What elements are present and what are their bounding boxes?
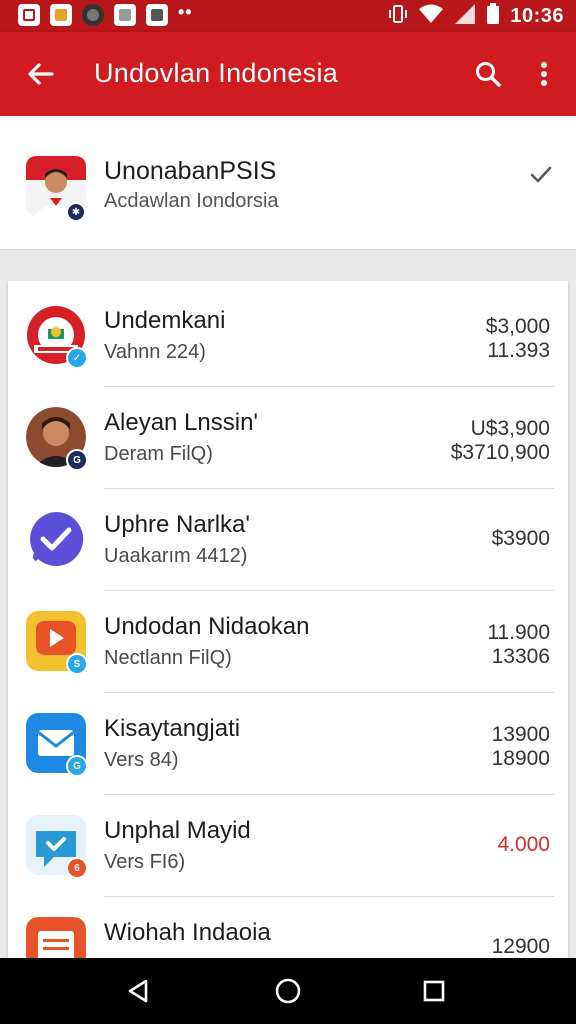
selected-account-name: UnonabanPSIS xyxy=(104,157,277,185)
arrow-back-icon xyxy=(28,63,54,85)
search-button[interactable] xyxy=(468,54,508,94)
more-vert-icon xyxy=(541,62,547,86)
account-list: ✓ Undemkani Vahnn 224) $3,000 11.393 G A… xyxy=(8,281,568,981)
list-item[interactable]: G Kisaytangjati Vers 84) 13900 18900 xyxy=(8,693,568,795)
chat-check-icon xyxy=(26,509,86,569)
nav-recents-button[interactable] xyxy=(414,971,454,1011)
more-notifications-indicator: •• xyxy=(178,1,193,22)
list-item[interactable]: G Aleyan Lnssin' Deram FilQ) U$3,900 $37… xyxy=(8,387,568,489)
item-name: Undemkani xyxy=(104,307,226,334)
item-value-primary: 13900 xyxy=(491,723,550,746)
app-bar: Undovlan Indonesia xyxy=(0,32,576,116)
item-name: Unphal Mayid xyxy=(104,817,251,844)
store-badge-icon: ✓ xyxy=(66,347,88,369)
item-value-primary: $3900 xyxy=(491,527,550,550)
item-value-primary: 11.900 xyxy=(487,621,550,644)
system-icons: 10:36 xyxy=(388,3,564,30)
overflow-menu-button[interactable] xyxy=(526,54,562,94)
app-notification-icon xyxy=(114,4,136,26)
item-subtitle: Nectlann FilQ) xyxy=(104,647,232,669)
nav-recents-icon xyxy=(423,980,445,1002)
nav-home-icon xyxy=(275,978,301,1004)
system-navigation-bar xyxy=(0,958,576,1024)
list-item[interactable]: 6 Unphal Mayid Vers FI6) 4.000 xyxy=(8,795,568,897)
back-button[interactable] xyxy=(20,54,60,94)
list-item[interactable]: Uphre Narlka' Uaakarım 4412) $3900 xyxy=(8,489,568,591)
item-name: Kisaytangjati xyxy=(104,715,241,742)
list-item[interactable]: S Undodan Nidaokan Nectlann FilQ) 11.900… xyxy=(8,591,568,693)
nav-back-icon xyxy=(128,979,148,1003)
battery-icon xyxy=(486,3,500,30)
item-value-secondary: $3710,900 xyxy=(450,441,550,464)
item-subtitle: Vers FI6) xyxy=(104,851,186,873)
app-notification-icon xyxy=(18,4,40,26)
app-notification-icon xyxy=(50,4,72,26)
item-subtitle: Uaakarım 4412) xyxy=(104,545,248,567)
item-name: Wiohah Indaoia xyxy=(104,919,271,946)
item-value-primary: 12900 xyxy=(491,935,550,958)
store-badge-icon: S xyxy=(66,653,88,675)
notification-icons: •• xyxy=(18,1,193,26)
page-title: Undovlan Indonesia xyxy=(94,58,339,88)
item-value-secondary: 18900 xyxy=(491,747,550,770)
app-notification-icon xyxy=(146,4,168,26)
clock: 10:36 xyxy=(510,5,564,27)
nav-home-button[interactable] xyxy=(268,971,308,1011)
list-item[interactable]: ✓ Undemkani Vahnn 224) $3,000 11.393 xyxy=(8,285,568,387)
store-badge-icon: G xyxy=(66,755,88,777)
signal-icon xyxy=(454,3,476,30)
status-bar: •• 10:36 xyxy=(0,0,576,32)
app-notification-icon xyxy=(82,4,104,26)
store-badge-icon: G xyxy=(66,449,88,471)
item-name: Uphre Narlka' xyxy=(104,511,250,538)
item-value-secondary: 13306 xyxy=(491,645,550,668)
selected-account-subtitle: Acdawlan Iondorsia xyxy=(104,190,279,212)
store-badge-icon: 6 xyxy=(66,857,88,879)
search-icon xyxy=(476,62,501,87)
item-name: Aleyan Lnssin' xyxy=(104,409,259,436)
item-subtitle: Vers 84) xyxy=(104,749,179,771)
item-value-primary: U$3,900 xyxy=(470,417,550,440)
nav-back-button[interactable] xyxy=(118,971,158,1011)
vibrate-icon xyxy=(388,3,408,30)
item-value-secondary: 11.393 xyxy=(487,339,550,362)
item-subtitle: Vahnn 224) xyxy=(104,341,206,363)
item-value-primary: $3,000 xyxy=(485,315,550,338)
selected-account-card[interactable] xyxy=(0,116,576,250)
item-value-primary: 4.000 xyxy=(497,833,550,856)
selected-check xyxy=(526,160,556,190)
check-icon xyxy=(530,166,552,183)
item-name: Undodan Nidaokan xyxy=(104,613,310,640)
account-badge-icon: ✱ xyxy=(66,202,86,222)
wifi-icon xyxy=(418,3,444,30)
item-subtitle: Deram FilQ) xyxy=(104,443,213,465)
